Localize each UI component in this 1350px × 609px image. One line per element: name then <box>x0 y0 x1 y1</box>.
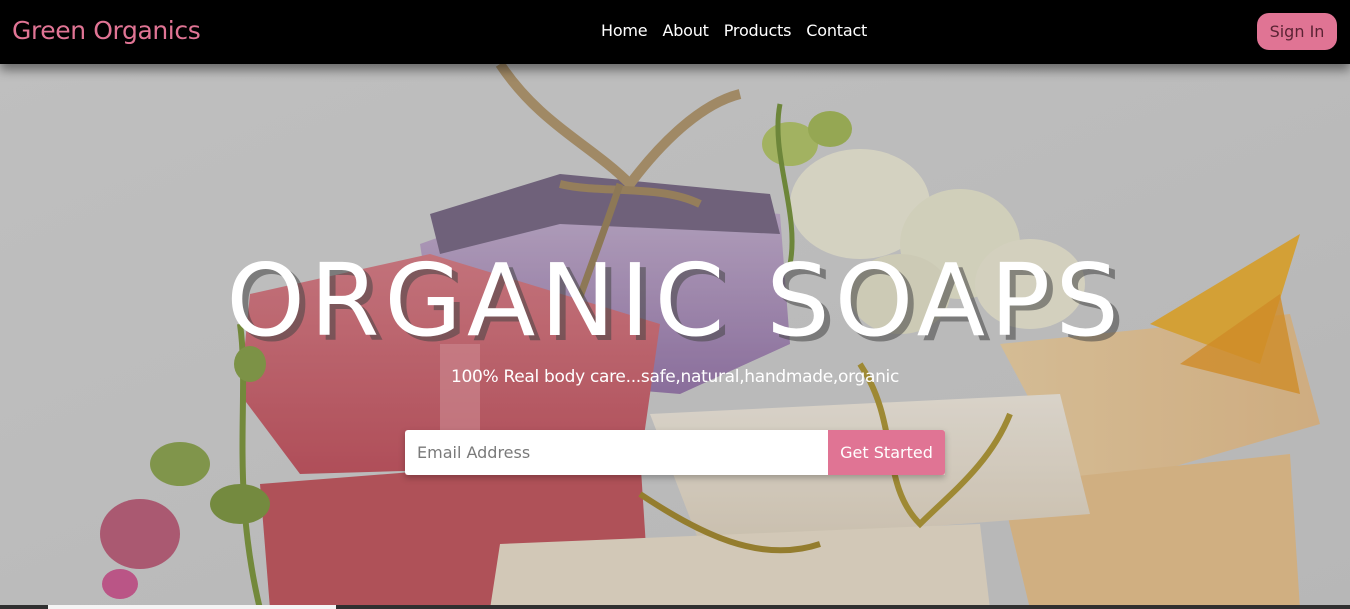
bottom-divider-highlight <box>48 605 336 609</box>
page: Green Organics Home About Products Conta… <box>0 0 1350 609</box>
hero-subtitle: 100% Real body care...safe,natural,handm… <box>450 367 900 387</box>
nav-links: Home About Products Contact <box>601 19 867 43</box>
brand-logo[interactable]: Green Organics <box>12 15 201 47</box>
navbar: Green Organics Home About Products Conta… <box>0 0 1350 64</box>
email-input[interactable] <box>405 430 828 475</box>
nav-link-contact[interactable]: Contact <box>806 19 867 43</box>
nav-link-products[interactable]: Products <box>724 19 792 43</box>
hero-section: ORGANIC SOAPS 100% Real body care...safe… <box>0 64 1350 609</box>
email-signup-form: Get Started <box>405 430 945 475</box>
hero-title: ORGANIC SOAPS <box>226 242 1124 359</box>
nav-link-about[interactable]: About <box>662 19 709 43</box>
get-started-button[interactable]: Get Started <box>828 430 945 475</box>
nav-link-home[interactable]: Home <box>601 19 648 43</box>
sign-in-button[interactable]: Sign In <box>1257 13 1337 50</box>
